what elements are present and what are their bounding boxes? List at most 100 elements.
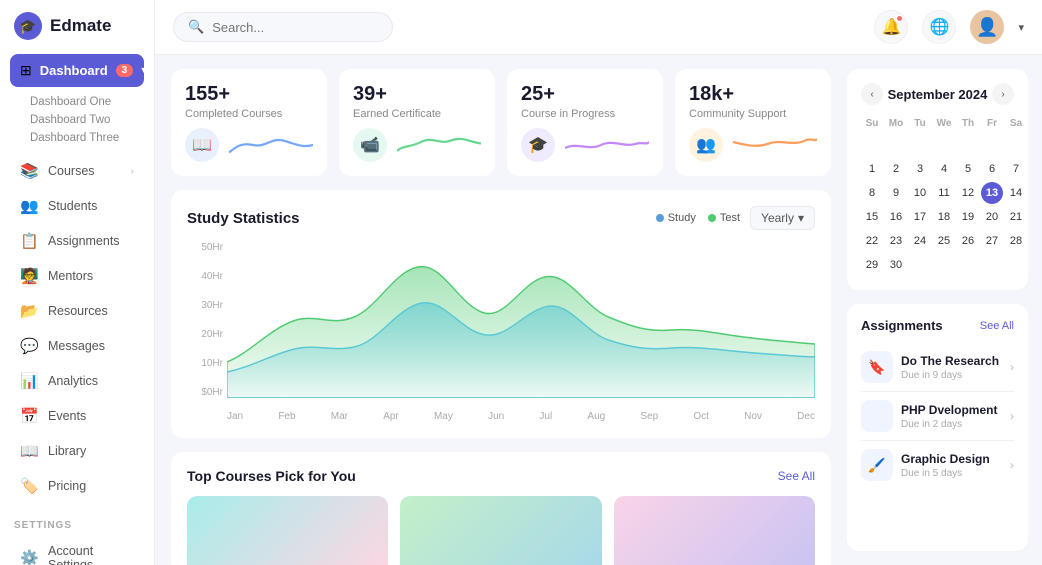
sidebar-item-courses[interactable]: 📚 Courses › [6, 154, 148, 188]
chart-filter-chevron-icon: ▾ [798, 211, 804, 225]
sidebar-item-resources[interactable]: 📂 Resources [6, 294, 148, 328]
assign-info-graphic: Graphic Design Due in 5 days [901, 452, 1002, 479]
chevron-down-icon: ▾ [141, 65, 146, 76]
chart-x-label: Jun [488, 411, 504, 422]
course-card-1[interactable] [187, 496, 388, 565]
sidebar-item-analytics[interactable]: 📊 Analytics [6, 364, 148, 398]
calendar-day[interactable]: 21 [1005, 206, 1027, 228]
calendar-day[interactable]: 18 [933, 206, 955, 228]
sidebar-label-students: Students [48, 199, 97, 213]
calendar-day[interactable]: 25 [933, 230, 955, 252]
assign-icon-graphic: 🖌️ [861, 449, 893, 481]
calendar-day[interactable]: 10 [909, 182, 931, 204]
sidebar-label-courses: Courses [48, 164, 95, 178]
calendar-day[interactable]: 11 [933, 182, 955, 204]
assign-icon-php [861, 400, 893, 432]
calendar-day[interactable]: 29 [861, 254, 883, 276]
calendar-day[interactable]: 2 [885, 158, 907, 180]
dashboard-nav-item[interactable]: ⊞ Dashboard 3 ▾ [10, 54, 144, 87]
search-input[interactable] [212, 20, 372, 35]
course-card-3[interactable] [614, 496, 815, 565]
calendar-day[interactable]: 13 [981, 182, 1003, 204]
language-button[interactable]: 🌐 [922, 10, 956, 44]
chart-x-label: Nov [744, 411, 762, 422]
sidebar-item-library[interactable]: 📖 Library [6, 434, 148, 468]
notification-button[interactable]: 🔔 [874, 10, 908, 44]
calendar-day[interactable]: 22 [861, 230, 883, 252]
assign-due-graphic: Due in 5 days [901, 468, 1002, 479]
calendar-day[interactable]: 15 [861, 206, 883, 228]
avatar[interactable]: 👤 [970, 10, 1004, 44]
calendar-day[interactable]: 27 [981, 230, 1003, 252]
calendar-day[interactable]: 5 [957, 158, 979, 180]
calendar-day [1005, 254, 1027, 276]
chart-x-label: May [434, 411, 453, 422]
course-card-2[interactable] [400, 496, 601, 565]
stat-bottom-certificates: 📹 [353, 128, 481, 162]
calendar-title: September 2024 [883, 87, 992, 102]
chart-x-labels: JanFebMarAprMayJunJulAugSepOctNovDec [227, 411, 815, 422]
test-legend-label: Test [720, 212, 740, 224]
course-thumb-2 [400, 496, 601, 565]
sidebar-item-assignments[interactable]: 📋 Assignments [6, 224, 148, 258]
calendar-day[interactable]: 26 [957, 230, 979, 252]
calendar-day [909, 134, 931, 156]
calendar-day[interactable]: 28 [1005, 230, 1027, 252]
sidebar-item-mentors[interactable]: 🧑‍🏫 Mentors [6, 259, 148, 293]
calendar-next-button[interactable]: › [992, 83, 1014, 105]
sidebar-item-events[interactable]: 📅 Events [6, 399, 148, 433]
sidebar-item-messages[interactable]: 💬 Messages [6, 329, 148, 363]
calendar-day[interactable]: 24 [909, 230, 931, 252]
calendar-day [933, 134, 955, 156]
sidebar-label-pricing: Pricing [48, 479, 86, 493]
calendar-day[interactable]: 8 [861, 182, 883, 204]
assignment-item-php[interactable]: PHP Dvelopment Due in 2 days › [861, 392, 1014, 441]
stat-card-in_progress: 25+ Course in Progress 🎓 [507, 69, 663, 176]
calendar-day[interactable]: 16 [885, 206, 907, 228]
calendar-day[interactable]: 4 [933, 158, 955, 180]
stat-label-in_progress: Course in Progress [521, 108, 649, 120]
calendar-day[interactable]: 6 [981, 158, 1003, 180]
sparkline-certificates [397, 130, 481, 160]
sidebar-item-students[interactable]: 👥 Students [6, 189, 148, 223]
stat-number-completed: 155+ [185, 83, 313, 106]
assignment-item-graphic[interactable]: 🖌️ Graphic Design Due in 5 days › [861, 441, 1014, 489]
search-box[interactable]: 🔍 [173, 12, 393, 42]
calendar-day[interactable]: 3 [909, 158, 931, 180]
dashboard-sub-items: Dashboard One Dashboard Two Dashboard Th… [0, 91, 154, 153]
calendar-day[interactable]: 30 [885, 254, 907, 276]
app-name: Edmate [50, 16, 111, 36]
content-area: 155+ Completed Courses 📖 39+ Earned Cert… [155, 55, 1042, 565]
calendar-day[interactable]: 12 [957, 182, 979, 204]
calendar-day[interactable]: 17 [909, 206, 931, 228]
assignments-see-all-button[interactable]: See All [980, 320, 1014, 332]
calendar-day[interactable]: 7 [1005, 158, 1027, 180]
calendar-day[interactable]: 20 [981, 206, 1003, 228]
calendar-day[interactable]: 23 [885, 230, 907, 252]
calendar-prev-button[interactable]: ‹ [861, 83, 883, 105]
chart-filter-button[interactable]: Yearly ▾ [750, 206, 815, 230]
assign-icon-research: 🔖 [861, 351, 893, 383]
sub-item-dashboard-two[interactable]: Dashboard Two [30, 111, 154, 129]
courses-see-all-button[interactable]: See All [778, 469, 815, 483]
calendar-day [885, 134, 907, 156]
content-main: 155+ Completed Courses 📖 39+ Earned Cert… [155, 55, 847, 565]
calendar-day[interactable]: 14 [1005, 182, 1027, 204]
calendar-day[interactable]: 9 [885, 182, 907, 204]
legend-test: Test [708, 212, 740, 224]
stat-bottom-completed: 📖 [185, 128, 313, 162]
avatar-chevron-icon[interactable]: ▾ [1018, 21, 1024, 34]
sidebar-label-analytics: Analytics [48, 374, 98, 388]
assign-due-research: Due in 9 days [901, 370, 1002, 381]
resources-icon: 📂 [20, 302, 38, 320]
calendar-day[interactable]: 19 [957, 206, 979, 228]
sub-item-dashboard-one[interactable]: Dashboard One [30, 93, 154, 111]
assignment-item-research[interactable]: 🔖 Do The Research Due in 9 days › [861, 343, 1014, 392]
sidebar-item-pricing[interactable]: 🏷️ Pricing [6, 469, 148, 503]
sub-item-dashboard-three[interactable]: Dashboard Three [30, 129, 154, 147]
sidebar-item-account-settings[interactable]: ⚙️ Account Settings [6, 536, 148, 565]
stat-card-community: 18k+ Community Support 👥 [675, 69, 831, 176]
calendar-day[interactable]: 1 [861, 158, 883, 180]
calendar-card: ‹ September 2024 › SuMoTuWeThFrSa1234567… [847, 69, 1028, 290]
chart-legend: Study Test [656, 212, 740, 224]
